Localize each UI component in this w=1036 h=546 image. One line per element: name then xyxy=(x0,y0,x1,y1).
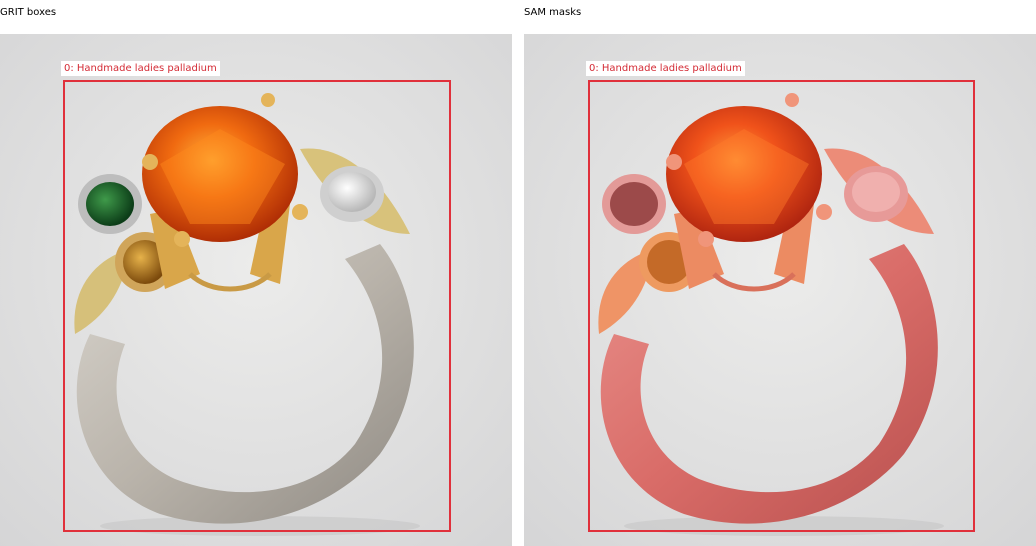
left-panel-title: GRIT boxes xyxy=(0,7,57,18)
detection-box xyxy=(63,80,451,532)
grit-boxes-panel: 0: Handmade ladies palladium xyxy=(0,34,512,546)
detection-label: 0: Handmade ladies palladium xyxy=(61,61,220,76)
detection-label: 0: Handmade ladies palladium xyxy=(586,61,745,76)
right-panel-title: SAM masks xyxy=(524,7,582,18)
sam-masks-panel: 0: Handmade ladies palladium xyxy=(524,34,1036,546)
detection-box xyxy=(588,80,975,532)
